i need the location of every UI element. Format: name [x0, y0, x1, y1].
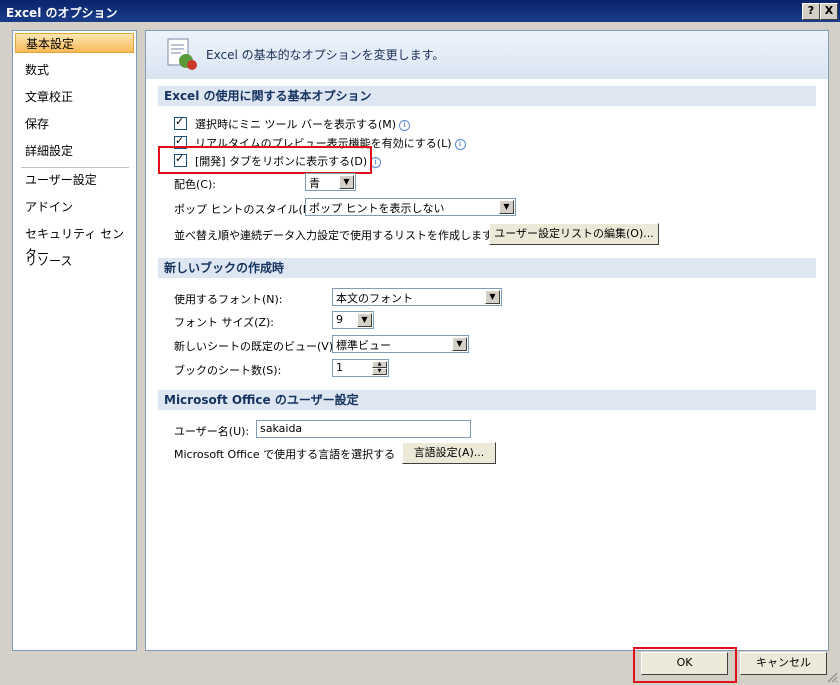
sidebar-item-addins[interactable]: アドイン — [15, 197, 134, 217]
section-header-new-workbook: 新しいブックの作成時 — [158, 258, 816, 278]
font-value: 本文のフォント — [336, 292, 413, 305]
close-button[interactable]: X — [820, 3, 838, 20]
title-bar: Excel のオプション ? X — [0, 0, 840, 22]
sidebar-item-save[interactable]: 保存 — [15, 114, 134, 134]
section-header-basic: Excel の使用に関する基本オプション — [158, 86, 816, 106]
dropdown-arrow-icon[interactable]: ▼ — [339, 175, 354, 189]
sidebar: 基本設定 数式 文章校正 保存 詳細設定 ユーザー設定 アドイン セキュリティ … — [12, 30, 137, 651]
language-settings-button[interactable]: 言語設定(A)... — [402, 442, 496, 464]
sort-list-label: 並べ替え順や連続データ入力設定で使用するリストを作成します: — [174, 229, 497, 242]
username-label: ユーザー名(U): — [174, 425, 250, 438]
help-button[interactable]: ? — [802, 3, 820, 20]
section-header-user: Microsoft Office のユーザー設定 — [158, 390, 816, 410]
sidebar-item-customize[interactable]: ユーザー設定 — [15, 170, 134, 190]
options-settings-icon — [167, 38, 197, 70]
spin-down-icon[interactable]: ▼ — [372, 368, 387, 375]
info-icon: i — [454, 139, 466, 150]
font-size-value: 9 — [336, 313, 343, 326]
window-title: Excel のオプション — [6, 6, 118, 20]
sidebar-item-resources[interactable]: リソース — [15, 251, 134, 271]
dropdown-arrow-icon[interactable]: ▼ — [485, 290, 500, 304]
default-view-value: 標準ビュー — [336, 339, 391, 352]
language-label: Microsoft Office で使用する言語を選択する — [174, 448, 396, 461]
dropdown-arrow-icon[interactable]: ▼ — [357, 313, 372, 327]
font-size-dropdown[interactable]: 9 ▼ — [332, 311, 374, 329]
default-view-label: 新しいシートの既定のビュー(V): — [174, 340, 337, 353]
sidebar-item-formulas[interactable]: 数式 — [15, 60, 134, 80]
sheet-count-value: 1 — [336, 361, 343, 374]
sidebar-item-basic[interactable]: 基本設定 — [15, 33, 134, 53]
info-icon: i — [399, 120, 411, 131]
color-scheme-value: 青 — [309, 177, 320, 190]
tooltip-style-dropdown[interactable]: ポップ ヒントを表示しない ▼ — [305, 198, 516, 216]
sheet-count-label: ブックのシート数(S): — [174, 364, 282, 377]
mini-toolbar-checkbox[interactable] — [174, 115, 187, 130]
option-mini-toolbar[interactable]: 選択時にミニ ツール バーを表示する(M)i — [174, 115, 411, 132]
sheet-count-spinner[interactable]: 1 ▲ ▼ — [332, 359, 389, 377]
sidebar-item-proofing[interactable]: 文章校正 — [15, 87, 134, 107]
highlight-box-ok — [633, 647, 737, 683]
edit-custom-lists-button[interactable]: ユーザー設定リストの編集(O)... — [489, 223, 659, 245]
spin-up-icon[interactable]: ▲ — [372, 361, 387, 368]
banner-text: Excel の基本的なオプションを変更します。 — [206, 48, 445, 62]
banner: Excel の基本的なオプションを変更します。 — [146, 31, 828, 79]
dropdown-arrow-icon[interactable]: ▼ — [499, 200, 514, 214]
highlight-box-developer — [158, 146, 372, 174]
tooltip-style-value: ポップ ヒントを表示しない — [309, 202, 445, 215]
main-panel: Excel の基本的なオプションを変更します。 Excel の使用に関する基本オ… — [145, 30, 829, 651]
tooltip-style-label: ポップ ヒントのスタイル(R): — [174, 203, 319, 216]
username-input[interactable]: sakaida — [256, 420, 471, 438]
sidebar-item-trust-center[interactable]: セキュリティ センター — [15, 224, 134, 261]
font-size-label: フォント サイズ(Z): — [174, 316, 274, 329]
color-scheme-dropdown[interactable]: 青 ▼ — [305, 173, 356, 191]
color-scheme-label: 配色(C): — [174, 178, 216, 191]
default-view-dropdown[interactable]: 標準ビュー ▼ — [332, 335, 469, 353]
sidebar-divider — [21, 167, 129, 168]
sidebar-item-advanced[interactable]: 詳細設定 — [15, 141, 134, 161]
resize-grip-icon[interactable] — [826, 671, 838, 683]
font-dropdown[interactable]: 本文のフォント ▼ — [332, 288, 502, 306]
font-label: 使用するフォント(N): — [174, 293, 283, 306]
dropdown-arrow-icon[interactable]: ▼ — [452, 337, 467, 351]
mini-toolbar-label: 選択時にミニ ツール バーを表示する(M) — [195, 118, 397, 131]
cancel-button[interactable]: キャンセル — [740, 652, 827, 675]
